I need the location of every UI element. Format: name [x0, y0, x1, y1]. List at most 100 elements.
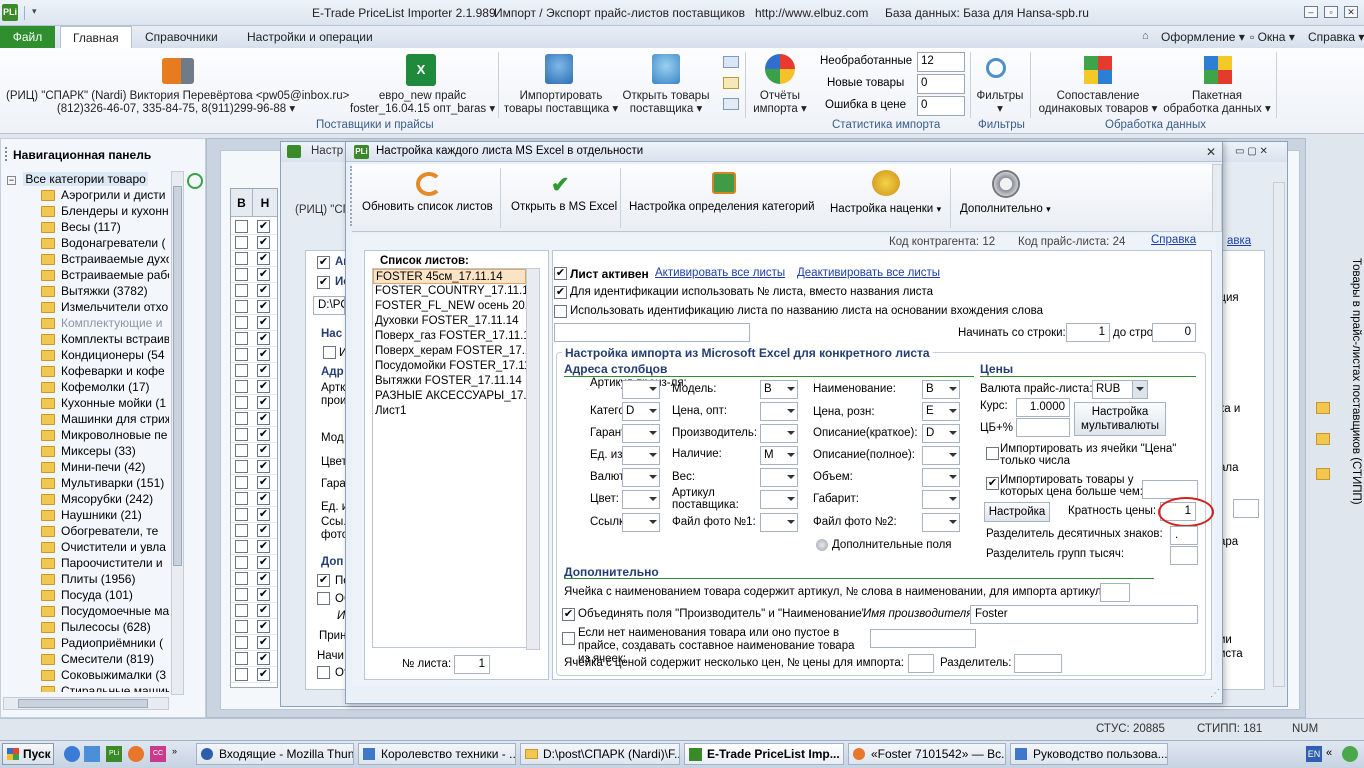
row-h-checkbox[interactable]: ✔ [257, 396, 270, 409]
composite-name-input[interactable] [870, 629, 976, 648]
tree-item[interactable]: Вытяжки (3782) [41, 283, 169, 299]
multi-price-input[interactable] [908, 654, 934, 673]
tree-item[interactable]: Аэрогрили и дисти [41, 187, 169, 203]
tree-item[interactable]: Мультиварки (151) [41, 475, 169, 491]
row-h-checkbox[interactable]: ✔ [257, 620, 270, 633]
row-b-checkbox[interactable] [235, 348, 248, 361]
start-button[interactable]: Пуск [2, 743, 54, 765]
grid-row[interactable]: ✔ [231, 523, 277, 539]
use-number-checkbox[interactable]: ✔ [554, 286, 567, 299]
tree-item[interactable]: Посудомоечные ма [41, 603, 169, 619]
refresh-sheets-button[interactable]: Обновить список листов [362, 201, 493, 213]
grid-row[interactable]: ✔ [231, 411, 277, 427]
bg-right-input[interactable] [1233, 499, 1259, 518]
tree-item[interactable]: Плиты (1956) [41, 571, 169, 587]
grid-row[interactable]: ✔ [231, 379, 277, 395]
batch-processing-button[interactable]: Пакетная обработка данных ▾ [1160, 90, 1274, 116]
pricelist-quick-icon[interactable]: PLi [106, 746, 122, 762]
tree-item[interactable]: Мини-печи (42) [41, 459, 169, 475]
row-h-checkbox[interactable]: ✔ [257, 236, 270, 249]
row-h-checkbox[interactable]: ✔ [257, 220, 270, 233]
task-firefox[interactable]: «Foster 7101542» — Вс... [848, 743, 1006, 765]
row-b-checkbox[interactable] [235, 332, 248, 345]
ie-icon[interactable] [64, 746, 80, 762]
extra-fields-button[interactable]: Дополнительные поля [832, 539, 952, 551]
use-name-checkbox[interactable] [554, 305, 567, 318]
manufacturer-name-input[interactable]: Foster [970, 605, 1198, 624]
vertical-panel-title[interactable]: Товары в прайс-листах поставщиков (СТИПП… [1348, 258, 1362, 618]
sup-article-combo[interactable] [760, 490, 798, 509]
row-h-checkbox[interactable]: ✔ [257, 380, 270, 393]
explorer-icon[interactable] [84, 746, 100, 762]
name-combo[interactable]: B [922, 380, 960, 399]
row-b-checkbox[interactable] [235, 316, 248, 329]
row-b-checkbox[interactable] [235, 572, 248, 585]
filters-button[interactable]: Фильтры ▾ [975, 90, 1025, 116]
tree-item[interactable]: Кофемолки (17) [41, 379, 169, 395]
tree-item[interactable]: Пароочистители и [41, 555, 169, 571]
grid-row[interactable]: ✔ [231, 571, 277, 587]
tree-item[interactable]: Встраиваемые духо [41, 251, 169, 267]
toolbar-grip[interactable] [350, 166, 353, 226]
row-b-checkbox[interactable] [235, 476, 248, 489]
row-b-checkbox[interactable] [235, 220, 248, 233]
row-h-checkbox[interactable]: ✔ [257, 604, 270, 617]
tree-root[interactable]: − Все категории товаро [7, 172, 148, 186]
name-has-article-input[interactable] [1100, 583, 1130, 602]
tree-item[interactable]: Кофеварки и кофе [41, 363, 169, 379]
tree-item[interactable]: Пылесосы (628) [41, 619, 169, 635]
grid-row[interactable]: ✔ [231, 283, 277, 299]
tree-scroll-thumb[interactable] [173, 186, 182, 566]
menu-help[interactable]: Справка ▾ [1308, 26, 1364, 48]
tray-expand-icon[interactable]: « [1326, 747, 1332, 759]
row-h-checkbox[interactable]: ✔ [257, 348, 270, 361]
sheet-list-item[interactable]: Духовки FOSTER_17.11.14 [373, 314, 526, 329]
grid-row[interactable]: ✔ [231, 603, 277, 619]
bg-window-controls[interactable]: ▭ ▢ ✕ [1235, 146, 1268, 157]
deactivate-all-link[interactable]: Деактивировать все листы [797, 267, 940, 279]
tree-hscrollbar[interactable] [3, 697, 169, 710]
collapse-icon[interactable]: − [7, 176, 16, 185]
sheets-scrollbar[interactable] [526, 268, 540, 650]
unit-combo[interactable] [622, 446, 660, 465]
tree-item[interactable]: Водонагреватели ( [41, 235, 169, 251]
row-h-checkbox[interactable]: ✔ [257, 428, 270, 441]
row-b-checkbox[interactable] [235, 524, 248, 537]
bg-path-input[interactable]: D:\PO [313, 296, 345, 315]
grid-row[interactable]: ✔ [231, 219, 277, 235]
availability-combo[interactable]: M [760, 446, 798, 465]
resize-grip-icon[interactable]: ⋰ [1210, 688, 1220, 699]
folder-delete-icon[interactable] [1316, 433, 1330, 445]
minimize-icon[interactable]: – [1304, 6, 1318, 18]
task-etrade[interactable]: E-Trade PriceList Imp... [684, 743, 844, 765]
small-tool-3-icon[interactable] [723, 98, 739, 110]
bg-checkbox-6[interactable] [317, 666, 330, 679]
bg-checkbox-4[interactable]: ✔ [317, 574, 330, 587]
grid-row[interactable]: ✔ [231, 251, 277, 267]
grid-row[interactable]: ✔ [231, 299, 277, 315]
row-h-checkbox[interactable]: ✔ [257, 300, 270, 313]
row-b-checkbox[interactable] [235, 636, 248, 649]
import-goods-button[interactable]: Импортировать товары поставщика ▾ [502, 90, 620, 116]
firefox-icon[interactable] [128, 746, 144, 762]
help-link[interactable]: Справка [1151, 234, 1196, 246]
row-b-checkbox[interactable] [235, 300, 248, 313]
grid-row[interactable]: ✔ [231, 363, 277, 379]
row-h-checkbox[interactable]: ✔ [257, 572, 270, 585]
composite-name-checkbox[interactable] [562, 632, 575, 645]
row-b-checkbox[interactable] [235, 380, 248, 393]
row-h-checkbox[interactable]: ✔ [257, 316, 270, 329]
grid-row[interactable]: ✔ [231, 395, 277, 411]
row-h-checkbox[interactable]: ✔ [257, 252, 270, 265]
row-b-checkbox[interactable] [235, 268, 248, 281]
tree-item[interactable]: Микроволновые пе [41, 427, 169, 443]
tab-references[interactable]: Справочники [145, 26, 218, 48]
row-h-checkbox[interactable]: ✔ [257, 540, 270, 553]
tree-item[interactable]: Встраиваемые рабо [41, 267, 169, 283]
row-b-checkbox[interactable] [235, 492, 248, 505]
sheet-list-item[interactable]: РАЗНЫЕ АКСЕССУАРЫ_17.11. [373, 389, 526, 404]
refresh-icon[interactable] [187, 173, 203, 189]
category-setup-button[interactable]: Настройка определения категорий [629, 201, 815, 213]
row-b-checkbox[interactable] [235, 668, 248, 681]
row-b-checkbox[interactable] [235, 588, 248, 601]
